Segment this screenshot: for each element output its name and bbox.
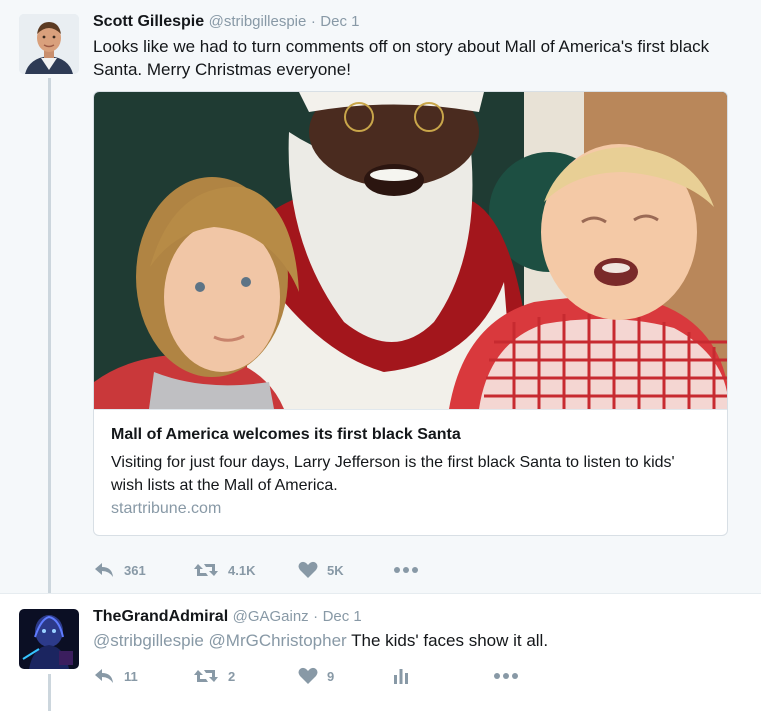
tweet-thegrandadmiral[interactable]: TheGrandAdmiral @GAGainz · Dec 1 @stribg… (0, 593, 761, 711)
reply-count: 361 (124, 562, 146, 578)
retweet-icon (193, 561, 219, 579)
tweet-header: TheGrandAdmiral @GAGainz · Dec 1 (93, 607, 362, 627)
tweet-date[interactable]: Dec 1 (320, 13, 359, 30)
tweet-text: @stribgillespie @MrGChristopher The kids… (93, 629, 743, 652)
author-handle[interactable]: @stribgillespie (209, 13, 307, 30)
author-handle[interactable]: @GAGainz (233, 608, 309, 625)
thread-line (48, 674, 51, 711)
analytics-button[interactable] (393, 664, 409, 688)
retweet-button[interactable]: 4.1K (193, 558, 255, 582)
like-button[interactable]: 9 (298, 664, 334, 688)
like-count: 5K (327, 562, 344, 578)
retweet-count: 2 (228, 668, 236, 684)
link-card[interactable]: Mall of America welcomes its first black… (93, 91, 728, 536)
more-button[interactable] (393, 558, 419, 582)
more-icon (493, 672, 519, 680)
thread-line (48, 78, 51, 593)
retweet-icon (193, 667, 219, 685)
like-icon (298, 561, 318, 579)
tweet-text: Looks like we had to turn comments off o… (93, 37, 710, 79)
analytics-icon (393, 667, 409, 685)
header-separator: · (310, 13, 316, 30)
tweet-header: Scott Gillespie @stribgillespie · Dec 1 (93, 12, 359, 32)
reply-mentions[interactable]: @stribgillespie @MrGChristopher (93, 631, 347, 650)
like-icon (298, 667, 318, 685)
tweet-date[interactable]: Dec 1 (323, 608, 362, 625)
card-image (94, 92, 727, 410)
more-icon (393, 566, 419, 574)
retweet-button[interactable]: 2 (193, 664, 235, 688)
reply-button[interactable]: 361 (93, 558, 146, 582)
reply-icon (93, 667, 115, 685)
more-button[interactable] (493, 664, 519, 688)
tweet-body: The kids' faces show it all. (351, 631, 549, 650)
header-separator: · (313, 608, 319, 625)
reply-count: 11 (124, 668, 138, 684)
tweet-scott-gillespie[interactable]: Scott Gillespie @stribgillespie · Dec 1 … (0, 0, 761, 593)
avatar[interactable] (19, 14, 79, 74)
like-button[interactable]: 5K (298, 558, 344, 582)
retweet-count: 4.1K (228, 562, 256, 578)
card-domain[interactable]: startribune.com (111, 500, 221, 518)
like-count: 9 (327, 668, 335, 684)
reply-button[interactable]: 11 (93, 664, 138, 688)
author-name[interactable]: TheGrandAdmiral (93, 608, 228, 625)
reply-icon (93, 561, 115, 579)
avatar[interactable] (19, 609, 79, 669)
card-title[interactable]: Mall of America welcomes its first black… (111, 425, 461, 445)
author-name[interactable]: Scott Gillespie (93, 13, 204, 30)
card-description: Visiting for just four days, Larry Jeffe… (111, 454, 675, 494)
